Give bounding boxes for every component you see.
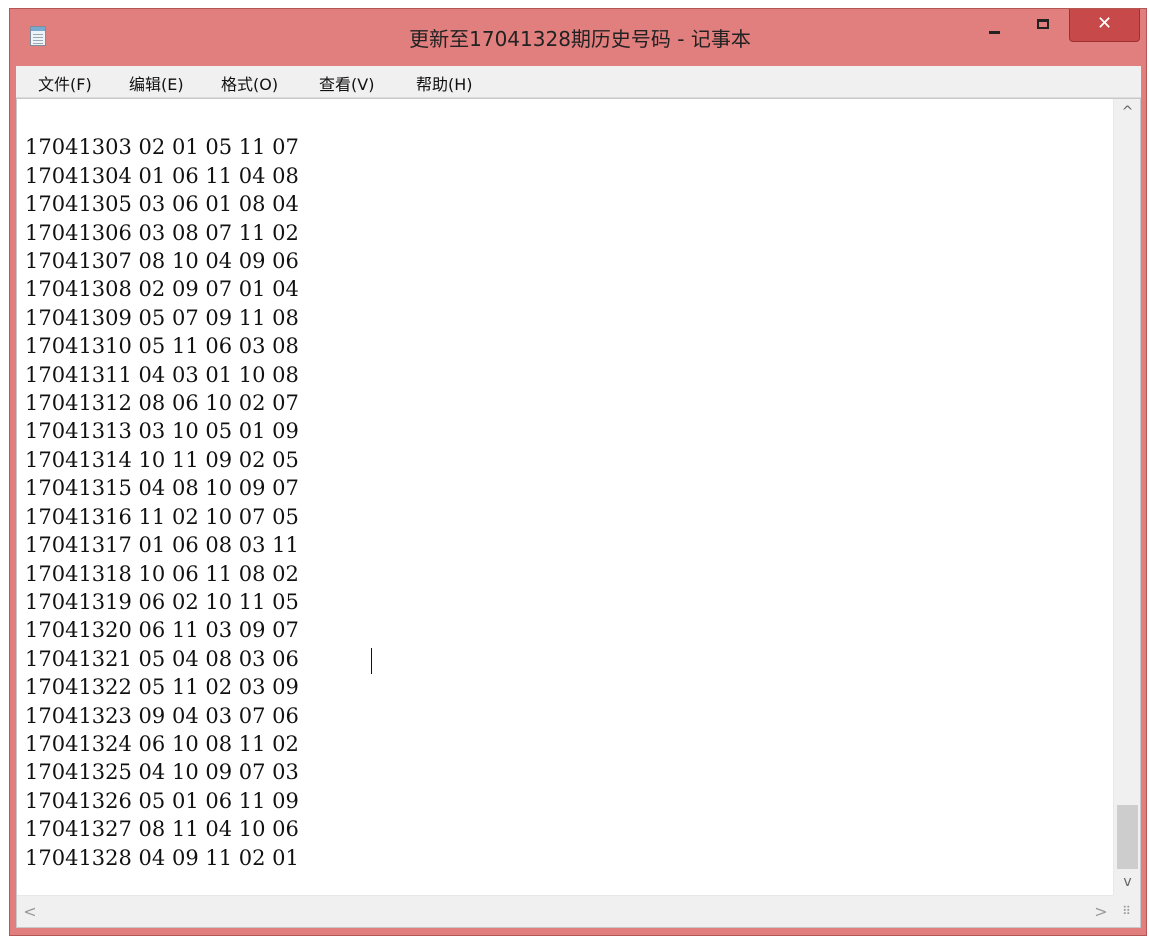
text-line: 17041305 03 06 01 08 04 xyxy=(25,192,299,217)
menu-bar: 文件(F) 编辑(E) 格式(O) 查看(V) 帮助(H) xyxy=(16,66,1141,98)
scroll-right-icon[interactable]: > xyxy=(1088,896,1114,927)
text-line: 17041324 06 10 08 11 02 xyxy=(25,731,299,756)
maximize-button[interactable] xyxy=(1027,9,1061,42)
text-line: 17041310 05 11 06 03 08 xyxy=(25,334,299,359)
text-line: 17041317 01 06 08 03 11 xyxy=(25,533,299,558)
text-line: 17041323 09 04 03 07 06 xyxy=(25,703,299,728)
close-button[interactable]: ✕ xyxy=(1069,9,1140,42)
menu-file[interactable]: 文件(F) xyxy=(38,71,92,95)
text-line: 17041315 04 08 10 09 07 xyxy=(25,476,299,501)
menu-help[interactable]: 帮助(H) xyxy=(416,71,473,95)
document-text[interactable]: 17041303 02 01 05 11 07 17041304 01 06 11… xyxy=(25,105,306,929)
text-line: 17041312 08 06 10 02 07 xyxy=(25,391,299,416)
text-line: 17041309 05 07 09 11 08 xyxy=(25,305,299,330)
text-line: 17041307 08 10 04 09 06 xyxy=(25,249,299,274)
text-line: 17041313 03 10 05 01 09 xyxy=(25,419,299,444)
text-cursor xyxy=(371,648,372,674)
title-bar[interactable]: 更新至17041328期历史号码 - 记事本 ✕ xyxy=(10,9,1146,66)
scroll-up-icon[interactable]: ^ xyxy=(1114,99,1141,125)
text-line: 17041314 10 11 09 02 05 xyxy=(25,447,299,472)
text-editor[interactable]: 17041303 02 01 05 11 07 17041304 01 06 11… xyxy=(16,98,1141,928)
resize-grip-icon[interactable]: ⠿ xyxy=(1113,895,1140,927)
text-line: 17041325 04 10 09 07 03 xyxy=(25,760,299,785)
text-line: 17041319 06 02 10 11 05 xyxy=(25,589,299,614)
text-line: 17041322 05 11 02 03 09 xyxy=(25,675,306,700)
minimize-button[interactable] xyxy=(978,9,1012,42)
text-line: 17041320 06 11 03 09 07 xyxy=(25,618,299,643)
text-line: 17041327 08 11 04 10 06 xyxy=(25,817,299,842)
text-line: 17041303 02 01 05 11 07 xyxy=(25,135,299,160)
horizontal-scrollbar[interactable]: < > xyxy=(17,895,1114,927)
close-icon: ✕ xyxy=(1096,13,1113,34)
text-line: 17041326 05 01 06 11 09 xyxy=(25,788,299,813)
text-line: 17041321 05 04 08 03 06 xyxy=(25,646,299,671)
vertical-scrollbar[interactable]: ^ v xyxy=(1113,99,1140,895)
vertical-scroll-thumb[interactable] xyxy=(1117,805,1138,869)
scroll-left-icon[interactable]: < xyxy=(17,896,43,927)
text-line: 17041328 04 09 11 02 01 xyxy=(25,845,299,870)
text-line: 17041316 11 02 10 07 05 xyxy=(25,504,299,529)
text-line: 17041304 01 06 11 04 08 xyxy=(25,163,299,188)
scroll-down-icon[interactable]: v xyxy=(1114,869,1141,895)
text-line: 17041318 10 06 11 08 02 xyxy=(25,561,299,586)
text-line: 17041306 03 08 07 11 02 xyxy=(25,220,299,245)
menu-edit[interactable]: 编辑(E) xyxy=(129,71,184,95)
menu-format[interactable]: 格式(O) xyxy=(221,71,278,95)
notepad-window: 更新至17041328期历史号码 - 记事本 ✕ 文件(F) 编辑(E) 格式(… xyxy=(9,8,1147,936)
text-line: 17041308 02 09 07 01 04 xyxy=(25,277,299,302)
text-line: 17041311 04 03 01 10 08 xyxy=(25,362,299,387)
menu-view[interactable]: 查看(V) xyxy=(319,71,374,95)
